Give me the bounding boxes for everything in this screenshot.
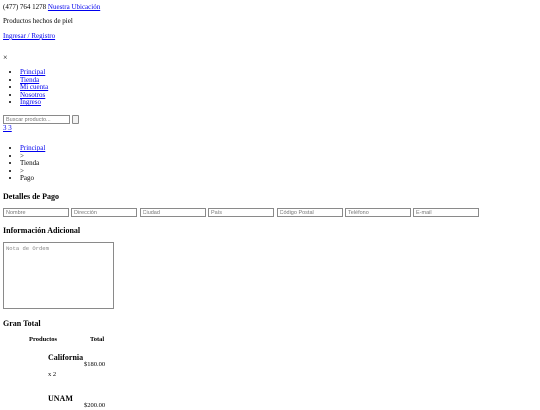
topbar: (477) 764 1278 Nuestra Ubicación bbox=[3, 3, 100, 11]
order-item-qty: x 2 bbox=[48, 371, 57, 378]
phone-field[interactable] bbox=[345, 208, 411, 217]
col-header-total: Total bbox=[90, 336, 105, 343]
close-icon[interactable]: × bbox=[3, 54, 8, 62]
order-item-name: California bbox=[48, 353, 84, 362]
nav-item: Ingreso bbox=[20, 99, 48, 107]
grand-total-heading: Gran Total bbox=[3, 319, 41, 328]
phone-number: (477) 764 1278 bbox=[3, 3, 47, 11]
order-item-price: $200.00 bbox=[84, 402, 106, 409]
col-header-products: Productos bbox=[29, 336, 58, 343]
order-item-price: $180.00 bbox=[84, 361, 106, 368]
order-notes-textarea[interactable] bbox=[3, 242, 114, 309]
country-field[interactable] bbox=[208, 208, 274, 217]
zip-field[interactable] bbox=[276, 208, 343, 217]
nav-link-ingreso[interactable]: Ingreso bbox=[20, 98, 41, 107]
search-button[interactable] bbox=[72, 115, 79, 124]
search-input[interactable] bbox=[3, 115, 70, 124]
email-field[interactable] bbox=[413, 208, 479, 217]
cart-link[interactable]: 3 3 bbox=[3, 124, 12, 132]
name-field[interactable] bbox=[3, 208, 69, 217]
additional-info-heading: Información Adicional bbox=[3, 226, 81, 235]
breadcrumb-item-current: Pago bbox=[20, 175, 45, 183]
location-link[interactable]: Nuestra Ubicación bbox=[48, 3, 100, 11]
breadcrumb: Principal > Tienda > Pago bbox=[9, 144, 45, 183]
tagline: Productos hechos de piel bbox=[3, 17, 73, 25]
login-register-link[interactable]: Ingresar / Registro bbox=[3, 32, 55, 40]
city-field[interactable] bbox=[139, 208, 206, 217]
order-item-name: UNAM bbox=[48, 394, 73, 403]
billing-heading: Detalles de Pago bbox=[3, 192, 59, 201]
main-nav: Principal Tienda Mi cuenta Nosotros Ingr… bbox=[9, 68, 48, 107]
breadcrumb-link-home[interactable]: Principal bbox=[20, 144, 45, 152]
address-field[interactable] bbox=[71, 208, 137, 217]
